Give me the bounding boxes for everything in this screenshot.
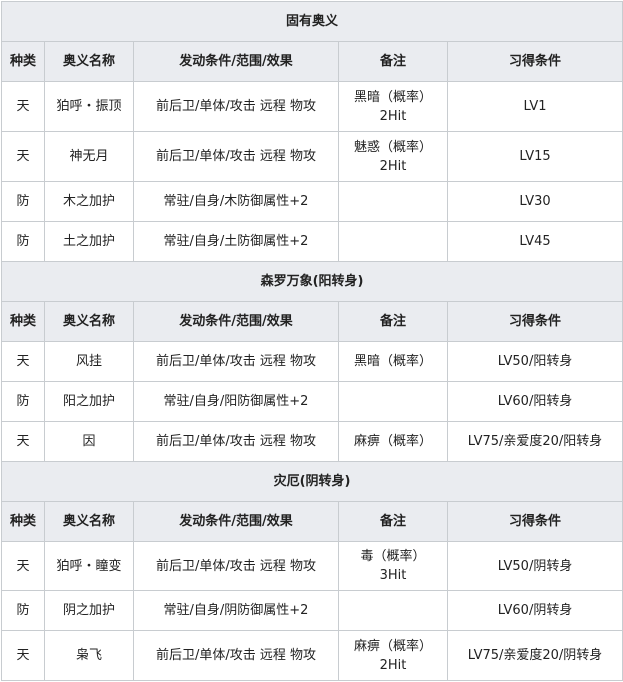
cell-effect: 前后卫/单体/攻击 远程 物攻 — [133, 541, 339, 591]
cell-condition: LV50/阳转身 — [446, 341, 623, 382]
section-title: 森罗万象(阳转身) — [0, 261, 623, 302]
note-line: 2Hit — [379, 158, 407, 174]
column-header-row: 种类 奥义名称 发动条件/范围/效果 备注 习得条件 — [1, 501, 623, 542]
note-line: 2Hit — [379, 108, 407, 124]
col-header-name: 奥义名称 — [44, 501, 134, 542]
cell-name: 狛呼・振顶 — [44, 81, 134, 132]
cell-name: 木之加护 — [44, 181, 134, 222]
cell-note: 麻痹（概率） 2Hit — [338, 630, 448, 681]
table-row: 天 风挂 前后卫/单体/攻击 远程 物攻 黑暗（概率） LV50/阳转身 — [1, 341, 623, 382]
cell-type: 天 — [1, 541, 45, 591]
cell-type: 天 — [1, 81, 45, 132]
cell-note — [338, 381, 448, 422]
cell-effect: 前后卫/单体/攻击 远程 物攻 — [133, 421, 339, 462]
cell-condition: LV15 — [446, 131, 623, 182]
cell-note: 魅惑（概率） 2Hit — [338, 131, 448, 182]
col-header-condition: 习得条件 — [446, 301, 623, 342]
cell-condition: LV30 — [446, 181, 623, 222]
cell-type: 天 — [1, 341, 45, 382]
cell-name: 枭飞 — [44, 630, 134, 681]
cell-note — [338, 590, 448, 631]
table-row: 天 因 前后卫/单体/攻击 远程 物攻 麻痹（概率） LV75/亲爱度20/阳转… — [1, 421, 623, 462]
note-line: 麻痹（概率） — [353, 434, 432, 449]
cell-effect: 常驻/自身/木防御属性+2 — [133, 181, 339, 222]
skill-table: 固有奥义 种类 奥义名称 发动条件/范围/效果 备注 习得条件 天 狛呼・振顶 … — [0, 1, 623, 681]
cell-condition: LV60/阳转身 — [446, 381, 623, 422]
col-header-type: 种类 — [1, 41, 45, 82]
note-line: 麻痹（概率） — [353, 638, 432, 654]
column-header-row: 种类 奥义名称 发动条件/范围/效果 备注 习得条件 — [1, 301, 623, 342]
table-row: 天 枭飞 前后卫/单体/攻击 远程 物攻 麻痹（概率） 2Hit LV75/亲爱度… — [1, 630, 623, 681]
cell-type: 天 — [1, 630, 45, 681]
table-row: 天 狛呼・振顶 前后卫/单体/攻击 远程 物攻 黑暗（概率） 2Hit LV1 — [1, 81, 623, 132]
column-header-row: 种类 奥义名称 发动条件/范围/效果 备注 习得条件 — [1, 41, 623, 82]
note-line: 黑暗（概率） — [353, 354, 432, 369]
cell-effect: 前后卫/单体/攻击 远程 物攻 — [133, 630, 339, 681]
cell-name: 阴之加护 — [44, 590, 134, 631]
cell-condition: LV1 — [446, 81, 623, 132]
section-title-row: 灾厄(阴转身) — [0, 461, 623, 502]
col-header-effect: 发动条件/范围/效果 — [133, 41, 339, 82]
cell-note: 麻痹（概率） — [338, 421, 448, 462]
section-title-row: 森罗万象(阳转身) — [0, 261, 623, 302]
note-line: 毒（概率） — [360, 549, 426, 564]
cell-type: 天 — [1, 421, 45, 462]
col-header-note: 备注 — [338, 501, 448, 542]
cell-name: 土之加护 — [44, 221, 134, 262]
table-row: 天 神无月 前后卫/单体/攻击 远程 物攻 魅惑（概率） 2Hit LV15 — [1, 131, 623, 182]
cell-name: 神无月 — [44, 131, 134, 182]
cell-condition: LV60/阴转身 — [446, 590, 623, 631]
cell-effect: 常驻/自身/阳防御属性+2 — [133, 381, 339, 422]
col-header-name: 奥义名称 — [44, 301, 134, 342]
col-header-type: 种类 — [1, 301, 45, 342]
col-header-note: 备注 — [338, 41, 448, 82]
col-header-name: 奥义名称 — [44, 41, 134, 82]
cell-note — [338, 181, 448, 222]
table-row: 防 木之加护 常驻/自身/木防御属性+2 LV30 — [1, 181, 623, 222]
cell-note: 黑暗（概率） 2Hit — [338, 81, 448, 132]
cell-condition: LV75/亲爱度20/阴转身 — [446, 630, 623, 681]
table-row: 防 土之加护 常驻/自身/土防御属性+2 LV45 — [1, 221, 623, 262]
col-header-note: 备注 — [338, 301, 448, 342]
section-title: 灾厄(阴转身) — [0, 461, 623, 502]
cell-type: 天 — [1, 131, 45, 182]
section-title-row: 固有奥义 — [0, 1, 623, 42]
cell-effect: 常驻/自身/土防御属性+2 — [133, 221, 339, 262]
cell-condition: LV45 — [446, 221, 623, 262]
cell-note: 黑暗（概率） — [338, 341, 448, 382]
cell-effect: 常驻/自身/阴防御属性+2 — [133, 590, 339, 631]
cell-type: 防 — [1, 221, 45, 262]
section-title: 固有奥义 — [0, 1, 623, 42]
cell-condition: LV50/阴转身 — [446, 541, 623, 591]
col-header-effect: 发动条件/范围/效果 — [133, 501, 339, 542]
cell-name: 因 — [44, 421, 134, 462]
cell-name: 狛呼・瞳变 — [44, 541, 134, 591]
note-line: 魅惑（概率） — [353, 139, 432, 155]
note-line: 3Hit — [379, 568, 407, 583]
note-line: 2Hit — [379, 657, 407, 673]
cell-type: 防 — [1, 381, 45, 422]
cell-name: 风挂 — [44, 341, 134, 382]
cell-type: 防 — [1, 590, 45, 631]
cell-name: 阳之加护 — [44, 381, 134, 422]
cell-effect: 前后卫/单体/攻击 远程 物攻 — [133, 81, 339, 132]
col-header-effect: 发动条件/范围/效果 — [133, 301, 339, 342]
table-row: 防 阴之加护 常驻/自身/阴防御属性+2 LV60/阴转身 — [1, 590, 623, 631]
cell-note — [338, 221, 448, 262]
col-header-condition: 习得条件 — [446, 501, 623, 542]
cell-effect: 前后卫/单体/攻击 远程 物攻 — [133, 341, 339, 382]
cell-note: 毒（概率） 3Hit — [338, 541, 448, 591]
cell-effect: 前后卫/单体/攻击 远程 物攻 — [133, 131, 339, 182]
cell-condition: LV75/亲爱度20/阳转身 — [446, 421, 623, 462]
table-row: 防 阳之加护 常驻/自身/阳防御属性+2 LV60/阳转身 — [1, 381, 623, 422]
cell-type: 防 — [1, 181, 45, 222]
col-header-type: 种类 — [1, 501, 45, 542]
col-header-condition: 习得条件 — [446, 41, 623, 82]
table-row: 天 狛呼・瞳变 前后卫/单体/攻击 远程 物攻 毒（概率） 3Hit LV50/阴… — [1, 541, 623, 591]
note-line: 黑暗（概率） — [353, 89, 432, 105]
